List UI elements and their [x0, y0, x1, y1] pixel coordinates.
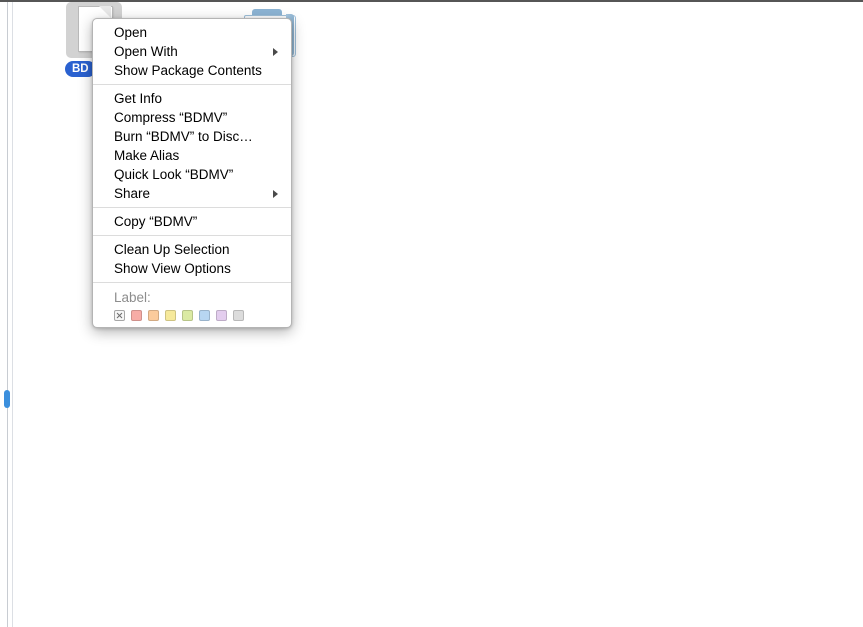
- menu-item-make-alias[interactable]: Make Alias: [93, 146, 291, 165]
- menu-separator: [93, 207, 291, 208]
- chevron-right-icon: [273, 47, 278, 56]
- label-swatch-red[interactable]: [131, 310, 142, 321]
- sidebar-divider-inner: [12, 2, 13, 627]
- menu-separator: [93, 282, 291, 283]
- label-swatch-yellow[interactable]: [165, 310, 176, 321]
- menu-item-quick-look[interactable]: Quick Look “BDMV”: [93, 165, 291, 184]
- menu-item-label: Share: [114, 186, 151, 201]
- menu-separator: [93, 84, 291, 85]
- label-caption: Label:: [114, 290, 151, 305]
- menu-item-label: Clean Up Selection: [114, 242, 230, 257]
- label-swatch-row[interactable]: [114, 310, 291, 321]
- menu-item-share[interactable]: Share: [93, 184, 291, 203]
- menu-item-open-with[interactable]: Open With: [93, 42, 291, 61]
- menu-item-label: Copy “BDMV”: [114, 214, 198, 229]
- menu-group: Copy “BDMV”: [93, 212, 291, 231]
- context-menu[interactable]: Open Open With Show Package Contents Get…: [92, 18, 292, 328]
- menu-item-show-package-contents[interactable]: Show Package Contents: [93, 61, 291, 80]
- menu-item-label: Open With: [114, 44, 178, 59]
- menu-item-label: Compress “BDMV”: [114, 110, 228, 125]
- menu-item-label: Show View Options: [114, 261, 231, 276]
- menu-item-burn-to-disc[interactable]: Burn “BDMV” to Disc…: [93, 127, 291, 146]
- menu-item-show-view-options[interactable]: Show View Options: [93, 259, 291, 278]
- document-icon-fold: [99, 6, 111, 18]
- label-swatch-orange[interactable]: [148, 310, 159, 321]
- finder-window-canvas: BD ATE Open Open With Show Package Conte…: [0, 0, 863, 627]
- label-swatch-blue[interactable]: [199, 310, 210, 321]
- menu-item-label: Get Info: [114, 91, 163, 106]
- label-swatch-green[interactable]: [182, 310, 193, 321]
- window-top-edge: [0, 0, 863, 2]
- menu-group: Open Open With Show Package Contents: [93, 23, 291, 80]
- label-section: Label:: [93, 287, 291, 321]
- menu-item-get-info[interactable]: Get Info: [93, 89, 291, 108]
- sidebar-divider: [7, 2, 8, 627]
- chevron-right-icon: [273, 189, 278, 198]
- menu-item-label: Show Package Contents: [114, 63, 262, 78]
- menu-group: Clean Up Selection Show View Options: [93, 240, 291, 278]
- menu-item-label: Quick Look “BDMV”: [114, 167, 234, 182]
- menu-item-label: Make Alias: [114, 148, 180, 163]
- menu-separator: [93, 235, 291, 236]
- vertical-scrollbar-thumb[interactable]: [4, 390, 10, 408]
- menu-group: Get Info Compress “BDMV” Burn “BDMV” to …: [93, 89, 291, 203]
- menu-item-open[interactable]: Open: [93, 23, 291, 42]
- menu-item-compress[interactable]: Compress “BDMV”: [93, 108, 291, 127]
- menu-item-clean-up-selection[interactable]: Clean Up Selection: [93, 240, 291, 259]
- menu-item-label: Open: [114, 25, 148, 40]
- label-swatch-purple[interactable]: [216, 310, 227, 321]
- menu-item-copy[interactable]: Copy “BDMV”: [93, 212, 291, 231]
- menu-item-label: Burn “BDMV” to Disc…: [114, 129, 253, 144]
- label-swatch-gray[interactable]: [233, 310, 244, 321]
- label-swatch-none[interactable]: [114, 310, 125, 321]
